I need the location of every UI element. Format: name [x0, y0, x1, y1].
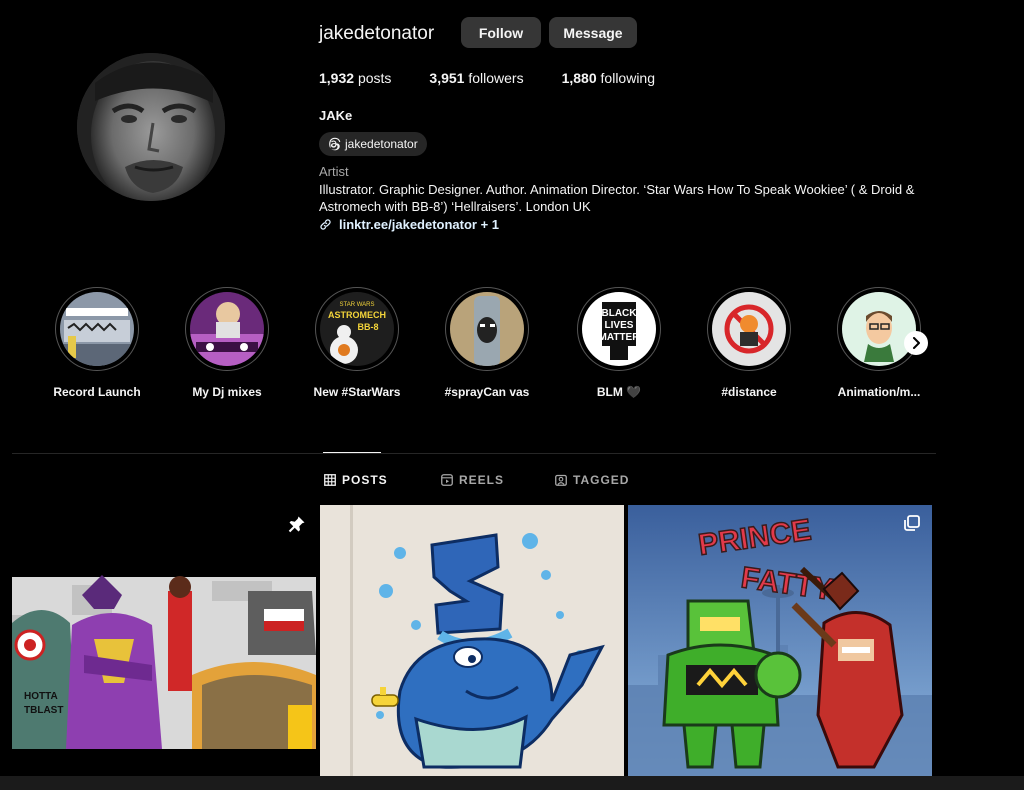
carousel-icon: [904, 515, 920, 531]
link-icon: [320, 219, 331, 230]
post-image: 3: [320, 505, 624, 776]
profile-full-name: JAKe: [319, 108, 353, 123]
pin-icon: [288, 516, 305, 533]
post-tile-2[interactable]: 3: [320, 505, 624, 776]
blm-line-1: BLACK: [602, 308, 638, 319]
post-tile-3[interactable]: PRINCE FATTY: [628, 505, 932, 776]
highlight-starwars[interactable]: STAR WARS ASTROMECH BB-8 New #StarWars: [302, 287, 412, 399]
profile-link[interactable]: linktr.ee/jakedetonator + 1: [319, 217, 499, 232]
highlight-image: STAR WARS ASTROMECH BB-8: [320, 292, 394, 366]
post-tile-1[interactable]: HOTTA TBLAST: [12, 505, 316, 776]
highlight-ring: [55, 287, 139, 371]
followers-count: 3,951: [429, 70, 465, 86]
profile-avatar[interactable]: [77, 53, 225, 201]
highlight-ring: STAR WARS ASTROMECH BB-8: [315, 287, 399, 371]
highlight-image: [450, 292, 524, 366]
bottom-bar: [0, 776, 1024, 790]
highlight-label: New #StarWars: [313, 385, 401, 399]
posts-label: posts: [357, 70, 392, 86]
grid-icon: [324, 474, 336, 486]
tab-reels-label: REELS: [459, 473, 505, 487]
following-count: 1,880: [561, 70, 597, 86]
highlight-image: [712, 292, 786, 366]
highlight-distance[interactable]: #distance: [694, 287, 804, 399]
chevron-right-icon: [913, 337, 920, 349]
followers-label: followers: [468, 70, 524, 86]
profile-username: jakedetonator: [319, 23, 435, 44]
tab-tagged-label: TAGGED: [573, 473, 630, 487]
tabs-divider: [12, 453, 936, 454]
highlight-image: [190, 292, 264, 366]
post1-text-1: HOTTA: [24, 691, 58, 702]
threads-badge[interactable]: jakedetonator: [319, 132, 427, 156]
highlight-record-launch[interactable]: Record Launch: [42, 287, 152, 399]
post1-text-2: TBLAST: [24, 705, 63, 716]
following-stat[interactable]: 1,880 following: [562, 70, 655, 86]
active-tab-indicator: [323, 452, 381, 453]
blm-line-2: LIVES: [605, 320, 634, 331]
highlight-spraycan[interactable]: #sprayCan vas: [432, 287, 542, 399]
astromech-title: ASTROMECH: [328, 310, 386, 320]
tab-posts-label: POSTS: [342, 473, 388, 487]
followers-stat[interactable]: 3,951 followers: [429, 70, 523, 86]
highlight-dj-mixes[interactable]: My Dj mixes: [172, 287, 282, 399]
profile-link-text: linktr.ee/jakedetonator + 1: [339, 217, 500, 232]
threads-icon: [329, 137, 341, 151]
highlight-image: BLACK LIVES MATTER: [582, 292, 656, 366]
astromech-star-wars: STAR WARS: [339, 302, 374, 308]
following-label: following: [600, 70, 656, 86]
highlight-blm[interactable]: BLACK LIVES MATTER BLM 🖤: [564, 287, 674, 399]
reels-icon: [441, 474, 453, 486]
posts-stat: 1,932 posts: [319, 70, 391, 86]
message-button[interactable]: Message: [549, 17, 637, 48]
highlight-ring: [185, 287, 269, 371]
profile-category: Artist: [319, 164, 349, 179]
profile-bio: Illustrator. Graphic Designer. Author. A…: [319, 182, 915, 214]
tab-reels[interactable]: REELS: [441, 473, 504, 487]
tab-posts[interactable]: POSTS: [324, 473, 388, 487]
highlight-label: #sprayCan vas: [444, 385, 530, 399]
tagged-icon: [555, 474, 567, 486]
astromech-bb8: BB-8: [357, 322, 378, 332]
threads-handle: jakedetonator: [345, 137, 418, 151]
highlights-next-button[interactable]: [904, 331, 928, 355]
posts-count: 1,932: [319, 70, 355, 86]
highlight-image: [842, 292, 916, 366]
highlight-label: BLM 🖤: [596, 385, 642, 399]
highlight-label: Animation/m...: [837, 385, 921, 399]
highlight-label: Record Launch: [53, 385, 141, 399]
profile-stats: 1,932 posts 3,951 followers 1,880 follow…: [319, 70, 693, 86]
highlight-ring: [445, 287, 529, 371]
highlight-image: [60, 292, 134, 366]
highlight-ring: [707, 287, 791, 371]
tab-tagged[interactable]: TAGGED: [555, 473, 629, 487]
highlight-label: My Dj mixes: [192, 385, 262, 399]
highlight-label: #distance: [721, 385, 777, 399]
follow-button[interactable]: Follow: [461, 17, 541, 48]
highlight-ring: BLACK LIVES MATTER: [577, 287, 661, 371]
highlight-ring: [837, 287, 921, 371]
blm-line-3: MATTER: [599, 332, 641, 343]
post-image: PRINCE FATTY: [628, 505, 932, 776]
post-image: HOTTA TBLAST: [12, 505, 316, 776]
